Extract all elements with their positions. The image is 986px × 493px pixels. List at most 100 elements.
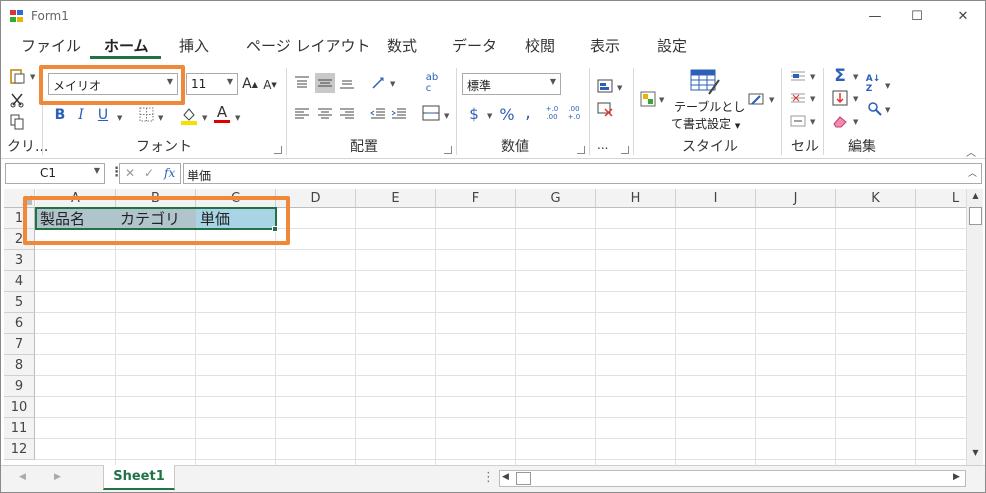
insert-cells-icon[interactable] <box>790 68 806 84</box>
tab-page-layout[interactable]: ページ レイアウト <box>246 35 370 56</box>
scroll-left-icon[interactable]: ◀ <box>502 472 509 482</box>
clear-icon[interactable] <box>832 113 848 129</box>
autosum-button[interactable]: Σ <box>831 66 849 86</box>
cell-styles-icon[interactable] <box>639 90 657 108</box>
column-header-i[interactable]: I <box>676 189 756 208</box>
row-header-11[interactable]: 11 <box>4 418 35 439</box>
currency-button[interactable]: $ <box>467 104 481 124</box>
column-header-e[interactable]: E <box>356 189 436 208</box>
conditional-format-dropdown-icon[interactable]: ▼ <box>617 84 622 92</box>
cell-b1[interactable]: カテゴリ <box>117 208 197 229</box>
decrease-decimal-button[interactable]: .00 +.0 <box>565 103 583 123</box>
borders-icon[interactable] <box>139 107 155 123</box>
scroll-right-icon[interactable]: ▶ <box>953 472 960 482</box>
column-header-f[interactable]: F <box>436 189 516 208</box>
font-color-dropdown-icon[interactable]: ▼ <box>235 114 240 122</box>
format-as-table-label-2[interactable]: て書式設定 ▼ <box>671 115 740 132</box>
align-middle-icon[interactable] <box>315 73 335 93</box>
horizontal-scroll-thumb[interactable] <box>516 472 531 485</box>
tab-data[interactable]: データ <box>452 35 497 56</box>
fill-icon[interactable] <box>832 90 848 106</box>
font-size-combo[interactable]: 11 ▼ <box>186 73 238 95</box>
name-box[interactable]: C1 ▼ <box>5 163 105 184</box>
select-all-corner[interactable] <box>4 189 35 208</box>
scroll-up-icon[interactable]: ▲ <box>969 191 982 204</box>
tab-home[interactable]: ホーム <box>104 35 149 56</box>
percent-button[interactable]: % <box>499 104 515 124</box>
minimize-button[interactable]: — <box>852 1 898 32</box>
find-select-icon[interactable] <box>867 101 883 117</box>
row-header-3[interactable]: 3 <box>4 250 35 271</box>
tab-view[interactable]: 表示 <box>590 35 620 56</box>
column-header-c[interactable]: C <box>196 189 276 208</box>
column-header-h[interactable]: H <box>596 189 676 208</box>
clear-format-icon[interactable] <box>597 100 613 118</box>
comma-button[interactable]: , <box>522 102 534 123</box>
fill-color-dropdown-icon[interactable]: ▼ <box>202 114 207 122</box>
cell-c1[interactable]: 単価 <box>197 208 277 229</box>
sort-filter-icon[interactable]: A↓ Z <box>865 74 881 94</box>
column-header-a[interactable]: A <box>36 189 116 208</box>
format-as-table-icon[interactable] <box>689 68 721 98</box>
column-header-k[interactable]: K <box>836 189 916 208</box>
delete-cells-dropdown-icon[interactable]: ▼ <box>810 95 815 103</box>
cell-styles-gallery-icon[interactable] <box>747 90 765 108</box>
paste-dropdown-icon[interactable]: ▼ <box>30 73 35 81</box>
alignment-dialog-launcher[interactable] <box>444 146 452 154</box>
formula-input[interactable]: 単価 ︿ <box>183 163 982 184</box>
next-sheet-icon[interactable]: ▶ <box>54 472 61 482</box>
cell-styles-dropdown-icon[interactable]: ▼ <box>659 96 664 104</box>
number-format-combo[interactable]: 標準 ▼ <box>462 73 561 95</box>
italic-button[interactable]: I <box>74 106 88 124</box>
fill-color-icon[interactable] <box>180 105 198 125</box>
align-top-icon[interactable] <box>294 75 310 91</box>
tab-settings[interactable]: 設定 <box>657 35 687 56</box>
align-right-icon[interactable] <box>339 106 355 122</box>
tab-insert[interactable]: 挿入 <box>179 35 209 56</box>
row-header-2[interactable]: 2 <box>4 229 35 250</box>
increase-decimal-button[interactable]: +.0 .00 <box>543 103 561 123</box>
shrink-font-button[interactable]: A ▼ <box>263 76 277 94</box>
vertical-scrollbar[interactable]: ▲ ▼ <box>966 189 983 465</box>
sort-filter-dropdown-icon[interactable]: ▼ <box>885 82 890 90</box>
bold-button[interactable]: B <box>52 106 68 124</box>
cell-a1[interactable]: 製品名 <box>37 208 117 229</box>
cancel-icon[interactable]: ✕ <box>125 166 135 180</box>
orientation-dropdown-icon[interactable]: ▼ <box>390 80 395 88</box>
font-name-combo[interactable]: メイリオ ▼ <box>48 73 178 95</box>
row-header-12[interactable]: 12 <box>4 439 35 460</box>
font-dialog-launcher[interactable] <box>274 146 282 154</box>
currency-dropdown-icon[interactable]: ▼ <box>487 112 492 120</box>
tab-formulas[interactable]: 数式 <box>387 35 417 56</box>
worksheet-grid[interactable]: ABCDEFGHIJKL 1 2 3 4 5 6 7 8 9 10 11 12 製品名 カテゴリ 単価 <box>4 189 966 465</box>
autosum-dropdown-icon[interactable]: ▼ <box>853 73 858 81</box>
sheet-tab-sheet1[interactable]: Sheet1 <box>103 465 175 490</box>
more-dialog-launcher[interactable] <box>621 146 629 154</box>
conditional-format-icon[interactable] <box>597 78 613 94</box>
enter-icon[interactable]: ✓ <box>144 166 154 180</box>
clear-dropdown-icon[interactable]: ▼ <box>853 118 858 126</box>
number-dialog-launcher[interactable] <box>577 146 585 154</box>
row-header-1[interactable]: 1 <box>4 208 35 229</box>
tab-review[interactable]: 校閲 <box>525 35 555 56</box>
align-left-icon[interactable] <box>294 106 310 122</box>
insert-function-icon[interactable]: fx <box>164 166 175 180</box>
align-center-icon[interactable] <box>317 106 333 122</box>
collapse-ribbon-icon[interactable]: ︿ <box>964 146 978 159</box>
find-select-dropdown-icon[interactable]: ▼ <box>885 106 890 114</box>
format-cells-icon[interactable] <box>790 113 806 129</box>
prev-sheet-icon[interactable]: ◀ <box>19 472 26 482</box>
row-header-8[interactable]: 8 <box>4 355 35 376</box>
wrap-text-icon[interactable]: ab c <box>424 72 440 94</box>
tab-file[interactable]: ファイル <box>21 35 81 56</box>
delete-cells-icon[interactable] <box>790 90 806 106</box>
orientation-icon[interactable] <box>371 74 387 90</box>
grow-font-button[interactable]: A ▲ <box>242 74 258 94</box>
column-header-g[interactable]: G <box>516 189 596 208</box>
merge-cells-icon[interactable] <box>422 104 440 122</box>
scroll-down-icon[interactable]: ▼ <box>969 448 982 461</box>
fill-dropdown-icon[interactable]: ▼ <box>853 95 858 103</box>
increase-indent-icon[interactable] <box>391 106 407 122</box>
tab-split-handle[interactable]: ⋮ <box>482 470 495 485</box>
cut-icon[interactable] <box>9 92 25 108</box>
